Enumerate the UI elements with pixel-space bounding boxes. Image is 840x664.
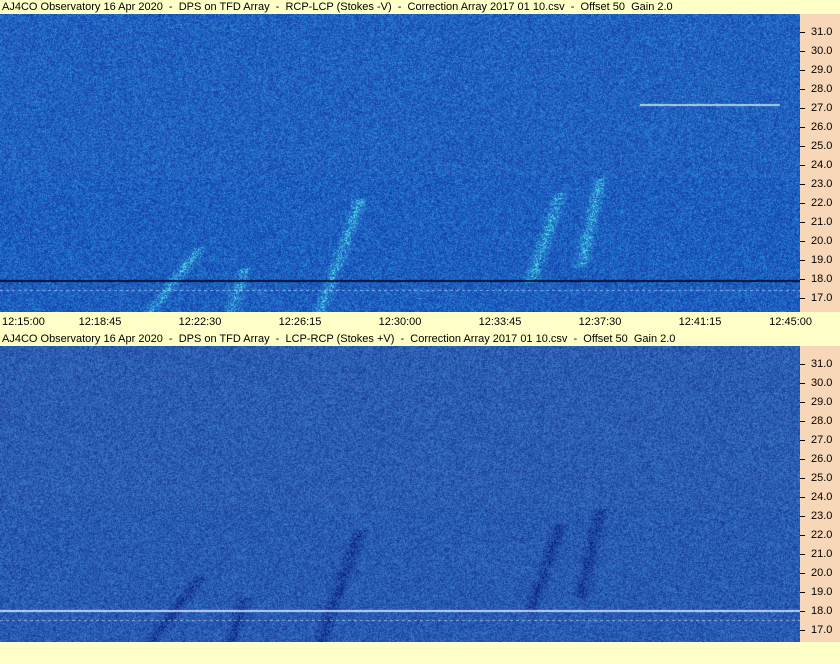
freq-tick-mark	[800, 51, 805, 52]
freq-tick-text: 31.0	[811, 26, 833, 38]
freq-tick-mark	[800, 203, 805, 204]
freq-tick-text: 30.0	[811, 45, 833, 57]
freq-tick-mark	[800, 165, 805, 166]
freq-tick-text: 19.0	[811, 586, 833, 598]
frequency-axis-top: 31.0 30.0 29.0 28.0 27.0 26.0 25.0 24.0 23.0 22.0…	[800, 14, 840, 312]
freq-tick-text: 24.0	[811, 159, 833, 171]
freq-tick-text: 26.0	[811, 453, 833, 465]
frequency-axis-bottom: 31.0 30.0 29.0 28.0 27.0 26.0 25.0 24.0 23.0 22.0…	[800, 346, 840, 642]
freq-tick-text: 30.0	[811, 377, 833, 389]
freq-tick-mark	[800, 611, 805, 612]
freq-tick-mark	[800, 364, 805, 365]
freq-tick-text: 22.0	[811, 529, 833, 541]
time-tick-label: 12:45:00	[769, 316, 812, 328]
freq-tick-text: 24.0	[811, 491, 833, 503]
time-tick-label: 12:41:15	[678, 316, 722, 328]
freq-tick-mark	[800, 89, 805, 90]
freq-tick-mark	[800, 241, 805, 242]
freq-tick-text: 21.0	[811, 216, 833, 228]
freq-tick-text: 25.0	[811, 472, 833, 484]
freq-tick-text: 28.0	[811, 415, 833, 427]
freq-tick-text: 23.0	[811, 178, 833, 190]
freq-tick-mark	[800, 497, 805, 498]
freq-tick-mark	[800, 535, 805, 536]
freq-tick-text: 27.0	[811, 102, 833, 114]
freq-tick-mark	[800, 516, 805, 517]
freq-tick-mark	[800, 32, 805, 33]
freq-tick-text: 29.0	[811, 396, 833, 408]
panel-1-title: AJ4CO Observatory 16 Apr 2020 - DPS on T…	[0, 0, 802, 14]
freq-tick-mark	[800, 260, 805, 261]
time-tick-label: 12:26:15	[278, 316, 322, 328]
freq-tick-text: 26.0	[811, 121, 833, 133]
freq-tick-text: 19.0	[811, 254, 833, 266]
freq-tick-text: 20.0	[811, 567, 833, 579]
freq-tick-text: 31.0	[811, 358, 833, 370]
time-tick-label: 12:22:30	[178, 316, 222, 328]
panel-2-title: AJ4CO Observatory 16 Apr 2020 - DPS on T…	[0, 332, 802, 346]
freq-tick-mark	[800, 383, 805, 384]
freq-tick-text: 18.0	[811, 273, 833, 285]
freq-tick-mark	[800, 279, 805, 280]
freq-tick-text: 17.0	[811, 292, 833, 304]
freq-tick-mark	[800, 184, 805, 185]
time-tick-label: 12:15:00	[2, 316, 45, 328]
freq-tick-mark	[800, 478, 805, 479]
time-axis: 12:15:00 12:18:45 12:22:30 12:26:15 12:30:00…	[0, 312, 840, 332]
freq-tick-mark	[800, 402, 805, 403]
time-tick-label: 12:37:30	[578, 316, 622, 328]
freq-tick-text: 21.0	[811, 548, 833, 560]
freq-tick-mark	[800, 554, 805, 555]
freq-tick-mark	[800, 440, 805, 441]
freq-tick-text: 25.0	[811, 140, 833, 152]
freq-tick-mark	[800, 146, 805, 147]
freq-tick-text: 23.0	[811, 510, 833, 522]
freq-tick-text: 17.0	[811, 624, 833, 636]
time-tick-label: 12:18:45	[78, 316, 122, 328]
time-tick-label: 12:30:00	[378, 316, 422, 328]
freq-tick-text: 29.0	[811, 64, 833, 76]
freq-tick-mark	[800, 630, 805, 631]
freq-tick-text: 22.0	[811, 197, 833, 209]
freq-tick-text: 18.0	[811, 605, 833, 617]
freq-tick-mark	[800, 421, 805, 422]
freq-tick-mark	[800, 108, 805, 109]
freq-tick-mark	[800, 459, 805, 460]
spectrogram-top[interactable]	[0, 14, 800, 312]
freq-tick-mark	[800, 298, 805, 299]
freq-tick-mark	[800, 222, 805, 223]
freq-tick-text: 28.0	[811, 83, 833, 95]
freq-tick-text: 27.0	[811, 434, 833, 446]
spectrogram-bottom[interactable]	[0, 346, 800, 642]
time-tick-label: 12:33:45	[478, 316, 522, 328]
freq-tick-mark	[800, 592, 805, 593]
freq-tick-mark	[800, 573, 805, 574]
freq-tick-mark	[800, 127, 805, 128]
freq-tick-mark	[800, 70, 805, 71]
bottom-strip	[0, 642, 840, 664]
freq-tick-text: 20.0	[811, 235, 833, 247]
